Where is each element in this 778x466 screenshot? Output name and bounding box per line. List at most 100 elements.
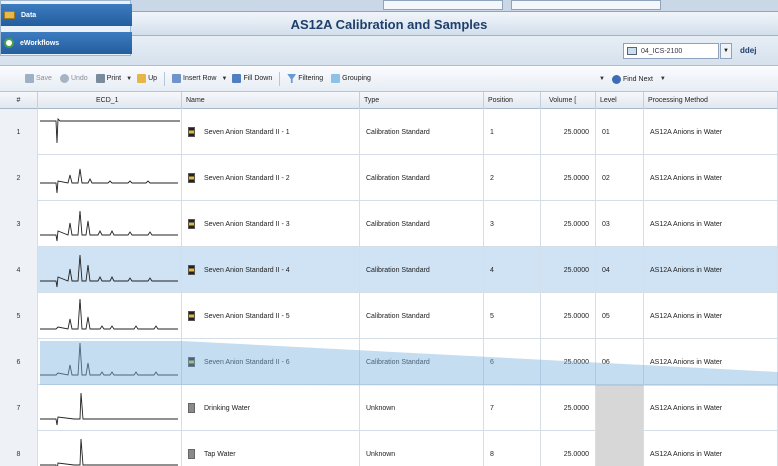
cell-name[interactable]: Seven Anion Standard II - 6 xyxy=(182,339,360,385)
table-row[interactable]: 8 Tap Water Unknown 8 25.0000 AS12A Anions in… xyxy=(0,431,778,466)
table-row[interactable]: 2 Seven Anion Standard II - 2 Calibration … xyxy=(0,155,778,201)
column-header-processing-method[interactable]: Processing Method xyxy=(644,92,778,109)
cell-name[interactable]: Tap Water xyxy=(182,431,360,466)
cell-name[interactable]: Seven Anion Standard II - 2 xyxy=(182,155,360,201)
cell-type[interactable]: Calibration Standard xyxy=(360,109,484,155)
cell-volume[interactable]: 25.0000 xyxy=(541,339,596,385)
cell-level[interactable]: 03 xyxy=(596,201,644,247)
cell-num[interactable]: 3 xyxy=(0,201,38,247)
cell-method[interactable]: AS12A Anions in Water xyxy=(644,339,778,385)
instrument-dropdown-button[interactable]: ▼ xyxy=(720,43,732,59)
chromatogram-thumbnail[interactable] xyxy=(38,339,182,385)
cell-num[interactable]: 7 xyxy=(0,385,38,431)
table-row[interactable]: 7 Drinking Water Unknown 7 25.0000 AS12A Anio… xyxy=(0,385,778,431)
chromatogram-thumbnail[interactable] xyxy=(38,201,182,247)
cell-position[interactable]: 2 xyxy=(484,155,541,201)
cell-method[interactable]: AS12A Anions in Water xyxy=(644,385,778,431)
cell-method[interactable]: AS12A Anions in Water xyxy=(644,293,778,339)
cell-position[interactable]: 5 xyxy=(484,293,541,339)
undo-button[interactable]: Undo xyxy=(57,71,91,87)
cell-name[interactable]: Seven Anion Standard II - 5 xyxy=(182,293,360,339)
cell-method[interactable]: AS12A Anions in Water xyxy=(644,109,778,155)
cell-level[interactable]: 04 xyxy=(596,247,644,293)
print-button[interactable]: Print xyxy=(93,71,124,87)
cell-num[interactable]: 4 xyxy=(0,247,38,293)
column-header-type[interactable]: Type xyxy=(360,92,484,109)
cell-level[interactable] xyxy=(596,385,644,431)
cell-volume[interactable]: 25.0000 xyxy=(541,385,596,431)
cell-num[interactable]: 2 xyxy=(0,155,38,201)
chromatogram-thumbnail[interactable] xyxy=(38,293,182,339)
table-row[interactable]: 4 Seven Anion Standard II - 4 Calibration … xyxy=(0,247,778,293)
cell-type[interactable]: Calibration Standard xyxy=(360,201,484,247)
nav-item-data[interactable]: Data xyxy=(1,4,132,26)
nav-item-eworkflows[interactable]: eWorkflows xyxy=(1,32,132,54)
chromatogram-thumbnail[interactable] xyxy=(38,247,182,293)
cell-method[interactable]: AS12A Anions in Water xyxy=(644,247,778,293)
column-header-name[interactable]: Name xyxy=(182,92,360,109)
cell-volume[interactable]: 25.0000 xyxy=(541,247,596,293)
cell-level[interactable]: 01 xyxy=(596,109,644,155)
cell-volume[interactable]: 25.0000 xyxy=(541,109,596,155)
insert-row-button[interactable]: Insert Row xyxy=(169,71,219,87)
grouping-button[interactable]: Grouping xyxy=(328,71,374,87)
cell-method[interactable]: AS12A Anions in Water xyxy=(644,201,778,247)
cell-volume[interactable]: 25.0000 xyxy=(541,155,596,201)
cell-level[interactable]: 02 xyxy=(596,155,644,201)
cell-position[interactable]: 7 xyxy=(484,385,541,431)
cell-volume[interactable]: 25.0000 xyxy=(541,201,596,247)
column-header-ecd[interactable]: ECD_1 xyxy=(38,92,182,109)
cell-type[interactable]: Calibration Standard xyxy=(360,293,484,339)
chromatogram-thumbnail[interactable] xyxy=(38,109,182,155)
chevron-down-icon[interactable]: ▼ xyxy=(221,76,227,82)
column-header-volume[interactable]: Volume [ xyxy=(541,92,596,109)
cell-num[interactable]: 6 xyxy=(0,339,38,385)
table-row[interactable]: 5 Seven Anion Standard II - 5 Calibration … xyxy=(0,293,778,339)
instrument-select[interactable]: 04_ICS-2100 xyxy=(623,43,719,59)
cell-method[interactable]: AS12A Anions in Water xyxy=(644,155,778,201)
column-header-number[interactable]: # xyxy=(0,92,38,109)
filtering-button[interactable]: Filtering xyxy=(284,71,326,87)
cell-level[interactable]: 05 xyxy=(596,293,644,339)
column-header-level[interactable]: Level xyxy=(596,92,644,109)
cell-type[interactable]: Calibration Standard xyxy=(360,339,484,385)
cell-level[interactable] xyxy=(596,431,644,466)
cell-type[interactable]: Unknown xyxy=(360,385,484,431)
chevron-down-icon[interactable]: ▼ xyxy=(660,76,666,82)
cell-position[interactable]: 4 xyxy=(484,247,541,293)
fill-down-button[interactable]: Fill Down xyxy=(229,71,275,87)
cell-name[interactable]: Seven Anion Standard II - 3 xyxy=(182,201,360,247)
save-button[interactable]: Save xyxy=(22,71,55,87)
chevron-down-icon[interactable]: ▼ xyxy=(126,76,132,82)
up-button[interactable]: Up xyxy=(134,71,160,87)
cell-position[interactable]: 1 xyxy=(484,109,541,155)
cell-text: 5 xyxy=(490,312,494,320)
chromatogram-thumbnail[interactable] xyxy=(38,155,182,201)
cell-position[interactable]: 3 xyxy=(484,201,541,247)
table-row[interactable]: 3 Seven Anion Standard II - 3 Calibration … xyxy=(0,201,778,247)
chromatogram-thumbnail[interactable] xyxy=(38,431,182,466)
chromatogram-thumbnail[interactable] xyxy=(38,385,182,431)
cell-method[interactable]: AS12A Anions in Water xyxy=(644,431,778,466)
find-next-button[interactable]: Find Next xyxy=(609,71,656,87)
cell-position[interactable]: 6 xyxy=(484,339,541,385)
cell-text: 25.0000 xyxy=(563,220,589,228)
chevron-down-icon[interactable]: ▼ xyxy=(599,76,605,82)
cell-text: Calibration Standard xyxy=(366,128,430,136)
cell-name[interactable]: Seven Anion Standard II - 1 xyxy=(182,109,360,155)
cell-position[interactable]: 8 xyxy=(484,431,541,466)
table-row[interactable]: 6 Seven Anion Standard II - 6 Calibration … xyxy=(0,339,778,385)
cell-num[interactable]: 1 xyxy=(0,109,38,155)
cell-num[interactable]: 8 xyxy=(0,431,38,466)
cell-volume[interactable]: 25.0000 xyxy=(541,293,596,339)
cell-level[interactable]: 06 xyxy=(596,339,644,385)
cell-name[interactable]: Drinking Water xyxy=(182,385,360,431)
cell-num[interactable]: 5 xyxy=(0,293,38,339)
column-header-position[interactable]: Position xyxy=(484,92,541,109)
cell-name[interactable]: Seven Anion Standard II - 4 xyxy=(182,247,360,293)
cell-volume[interactable]: 25.0000 xyxy=(541,431,596,466)
cell-type[interactable]: Calibration Standard xyxy=(360,247,484,293)
table-row[interactable]: 1 Seven Anion Standard II - 1 Calibration … xyxy=(0,109,778,155)
cell-type[interactable]: Calibration Standard xyxy=(360,155,484,201)
cell-type[interactable]: Unknown xyxy=(360,431,484,466)
